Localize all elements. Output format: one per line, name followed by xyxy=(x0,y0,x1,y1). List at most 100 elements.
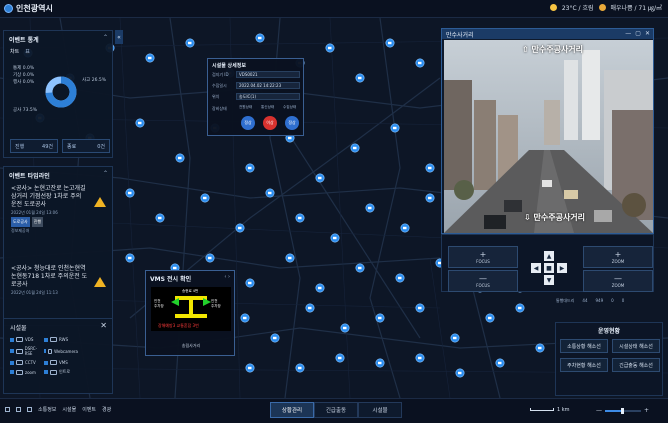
focus-minus-button[interactable]: — FOCUS xyxy=(448,270,518,292)
zoom-slider[interactable] xyxy=(605,407,641,414)
zoom-out-button[interactable]: — xyxy=(596,407,602,414)
pan-up-button[interactable]: ▲ xyxy=(544,251,554,261)
tab-situation[interactable]: 상황관리 xyxy=(270,402,314,418)
cctv-marker-glyph xyxy=(248,366,252,370)
cctv-marker-glyph xyxy=(398,276,402,280)
zoom-plus-button[interactable]: + ZOOM xyxy=(583,246,653,268)
collapse-icon[interactable]: ⌃ xyxy=(103,34,108,41)
cctv-marker-glyph xyxy=(458,371,462,375)
focus-plus-button[interactable]: + FOCUS xyxy=(448,246,518,268)
legend-item-webcam[interactable]: Webcamera xyxy=(44,346,78,356)
weather-temp: 23°C / 흐림 xyxy=(561,5,594,12)
cctv-marker-glyph xyxy=(358,266,362,270)
facility-detail-popup: 시설물 상세정보 검지기 ID VDS0021 수집일시 2022.04.02 … xyxy=(207,58,304,136)
close-icon[interactable]: ✕ xyxy=(100,321,107,330)
cctv-marker-glyph xyxy=(203,196,207,200)
emergency-button[interactable]: 긴급출동 해소선 xyxy=(612,358,660,372)
cctv-marker-glyph xyxy=(288,136,292,140)
cctv-marker-glyph xyxy=(343,326,347,330)
bottom-tabs: 상황관리 긴급출동 시설물 xyxy=(270,402,402,418)
tab-facility[interactable]: 시설물 xyxy=(358,402,402,418)
maximize-icon[interactable]: ▢ xyxy=(635,30,641,37)
cctv-marker-glyph xyxy=(518,306,522,310)
popup-label: 장비상태 xyxy=(212,106,227,111)
cctv-marker-glyph xyxy=(403,226,407,230)
popup-value-location: 송도IC(1) xyxy=(236,93,300,100)
cctv-marker-glyph xyxy=(488,316,492,320)
operations-title: 운영현황 xyxy=(597,328,621,335)
bottom-bar: 소통정보 시설물 이벤트 경광 상황관리 긴급출동 시설물 1 km — + xyxy=(0,398,668,423)
collapse-icon[interactable]: ⌃ xyxy=(103,170,108,177)
traffic-volume-row: 통행대드리 44 949 0 0 xyxy=(556,298,625,303)
vms-nav-arrows[interactable]: ‹ › xyxy=(224,274,230,280)
cctv-marker-glyph xyxy=(453,336,457,340)
intro-icon xyxy=(50,369,57,375)
weather-dust: 매우나쁨 / 71 ㎍/㎥ xyxy=(610,5,662,12)
alert-toggle[interactable]: 경광 xyxy=(102,406,111,413)
vms-title: VMS 전시 확인 xyxy=(150,276,192,283)
zoom-slider-handle[interactable] xyxy=(621,407,625,414)
timeline-item[interactable]: <공사> 논현고잔로 논고개길 삼거리 기점선장 1차로 주의 운전 도로공사 … xyxy=(11,185,86,235)
event-stats-panel: 이벤트 통계 ⌃ 차트 표 통제 0.0% 기상 0.0% 행사 0.0% 공사… xyxy=(3,30,113,158)
cctv-marker-glyph xyxy=(288,256,292,260)
parking-status-button[interactable]: 주차현황 해소선 xyxy=(560,358,608,372)
legend-item-rws[interactable]: RWS xyxy=(44,337,78,342)
pan-down-button[interactable]: ▼ xyxy=(544,275,554,285)
status-comm-badge: 이상 xyxy=(263,116,277,130)
layer-toggle-icon[interactable] xyxy=(27,407,32,412)
tab-emergency[interactable]: 긴급출동 xyxy=(314,402,358,418)
city-logo-icon xyxy=(4,4,13,13)
app-title: 인천광역시 xyxy=(16,4,53,13)
cctv-marker-glyph xyxy=(353,146,357,150)
pan-left-button[interactable]: ◀ xyxy=(531,263,541,273)
popup-label: 검지기 ID xyxy=(212,72,229,77)
popup-value-id: VDS0021 xyxy=(236,71,300,78)
zoom-in-button[interactable]: + xyxy=(644,407,649,414)
stat-item: 행사 0.0% xyxy=(13,80,35,85)
event-toggle[interactable]: 이벤트 xyxy=(82,406,96,413)
legend-item-cctv[interactable]: CCTV xyxy=(10,360,44,365)
close-icon[interactable]: ✕ xyxy=(645,30,650,37)
tab-table[interactable]: 표 xyxy=(25,48,30,55)
operations-panel: 운영현황 소통상황 해소선 시설상태 해소선 주차현황 해소선 긴급출동 해소선 xyxy=(555,322,663,396)
top-bar: 인천광역시 23°C / 흐림 매우나쁨 / 71 ㎍/㎥ xyxy=(0,0,668,18)
legend-item-vds[interactable]: VDS xyxy=(10,337,44,342)
cctv-marker-glyph xyxy=(498,361,502,365)
layer-toggle-icon[interactable] xyxy=(16,407,21,412)
traffic-status-button[interactable]: 소통상황 해소선 xyxy=(560,339,608,353)
popup-label: 수집일시 xyxy=(212,83,227,88)
cctv-marker-glyph xyxy=(318,176,322,180)
finished-button[interactable]: 종료 0건 xyxy=(62,139,110,153)
legend-item-zoom[interactable]: zoom xyxy=(10,369,44,375)
cctv-marker-glyph xyxy=(418,61,422,65)
minimize-icon[interactable]: — xyxy=(625,30,631,37)
in-progress-button[interactable]: 진행 49건 xyxy=(10,139,58,153)
cctv-marker-glyph xyxy=(273,336,277,340)
pan-right-button[interactable]: ▶ xyxy=(557,263,567,273)
legend-item-vms[interactable]: VMS xyxy=(44,360,78,365)
status-label-power: 전원상태 xyxy=(239,105,253,109)
cctv-window-header[interactable]: 만수사거리 xyxy=(442,29,653,39)
cctv-marker-glyph xyxy=(358,76,362,80)
timeline-item[interactable]: <공사> 청능대로 인천논현역 논현동718 1차로 주의운전 도 로공사 20… xyxy=(11,265,87,297)
cctv-marker-glyph xyxy=(378,316,382,320)
pan-stop-button[interactable]: ■ xyxy=(544,263,554,273)
legend-item-intro[interactable]: 인트로 xyxy=(44,369,78,375)
facility-status-button[interactable]: 시설상태 해소선 xyxy=(612,339,660,353)
app-logo[interactable]: 인천광역시 xyxy=(4,3,53,14)
cctv-marker-glyph xyxy=(158,216,162,220)
traffic-info-toggle[interactable]: 소통정보 xyxy=(38,406,56,413)
cctv-marker-glyph xyxy=(258,36,262,40)
cctv-window[interactable]: 만수사거리 — ▢ ✕ ⇧ 만수주공사거리 ⇩ 만수주공사거리 xyxy=(441,28,654,234)
cctv-marker-glyph xyxy=(333,236,337,240)
panel-toggle-button[interactable]: « xyxy=(115,30,123,44)
cctv-marker-glyph xyxy=(208,256,212,260)
legend-item-dsrc[interactable]: DSRC-RSE xyxy=(10,346,44,356)
cctv-video-feed: ⇧ 만수주공사거리 ⇩ 만수주공사거리 xyxy=(444,40,653,233)
stat-item: 통제 0.0% xyxy=(13,66,35,71)
cctv-marker-glyph xyxy=(138,121,142,125)
layer-toggle-icon[interactable] xyxy=(5,407,10,412)
facility-toggle[interactable]: 시설물 xyxy=(62,406,76,413)
tab-chart[interactable]: 차트 xyxy=(10,48,19,55)
zoom-minus-button[interactable]: — ZOOM xyxy=(583,270,653,292)
